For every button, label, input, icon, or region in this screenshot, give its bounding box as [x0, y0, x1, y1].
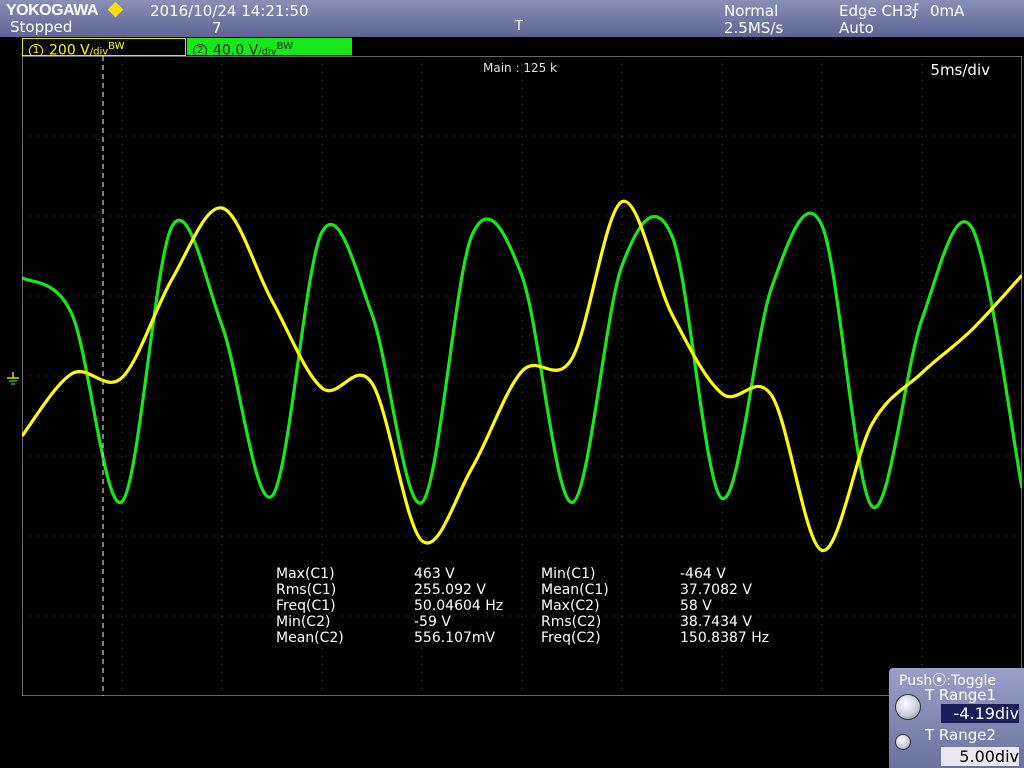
measurement-label: Mean(C2)	[276, 630, 344, 646]
measurement-label: Rms(C1)	[276, 582, 337, 598]
acquisition-count: 7	[212, 19, 222, 37]
trigger-mode: Auto	[839, 19, 874, 37]
trigger-position-marker: T	[515, 19, 523, 34]
brand-diamond-icon	[107, 1, 124, 18]
measurement-value: 556.107mV	[414, 630, 496, 646]
measurement-label: Max(C2)	[541, 598, 600, 614]
measurement-label: Rms(C2)	[541, 614, 602, 630]
measurement-value: -464 V	[680, 566, 726, 582]
cursor-panel[interactable]: Push⦿:Toggle T Range1 -4.19div T Range2 …	[889, 668, 1024, 768]
measurement-label: Freq(C1)	[276, 598, 336, 614]
measurement-value: 50.04604 Hz	[414, 598, 504, 614]
status-bar: YOKOGAWA Stopped 2016/10/24 14:21:50 7 T…	[0, 0, 1024, 37]
range2-value: 5.00div	[941, 747, 1019, 766]
datetime: 2016/10/24 14:21:50	[150, 2, 309, 20]
record-length: Main : 125 k	[483, 61, 557, 75]
timebase: 5ms/div	[930, 61, 990, 79]
trigger-source: Edge CH3	[839, 2, 913, 20]
waveform-display[interactable]: Main : 125 k 5ms/div	[22, 56, 1022, 696]
measurement-value: -59 V	[414, 614, 451, 630]
brand-logo: YOKOGAWA	[6, 2, 99, 19]
measurement-label: Freq(C2)	[541, 630, 601, 646]
measurement-label: Max(C1)	[276, 566, 335, 582]
measurement-label: Min(C2)	[276, 614, 331, 630]
channel-1-scale[interactable]: 1 200 V/divBW	[22, 38, 186, 59]
range2-knob-icon[interactable]	[895, 734, 911, 750]
measurement-value: 255.092 V	[414, 582, 486, 598]
rising-edge-icon: ⨍	[911, 0, 920, 19]
channel-1-bw-icon: BW	[108, 41, 125, 52]
measurement-label: Min(C1)	[541, 566, 596, 582]
measurement-value: 38.7434 V	[680, 614, 752, 630]
trigger-level: 0mA	[930, 2, 965, 20]
range1-value: -4.19div	[941, 704, 1019, 723]
range1-label: T Range1	[925, 686, 997, 704]
measurement-value: 150.8387 Hz	[680, 630, 770, 646]
measurement-value: 58 V	[680, 598, 712, 614]
measurement-label: Mean(C1)	[541, 582, 609, 598]
ground-marker-icon	[7, 372, 19, 385]
acquisition-mode: Normal	[724, 2, 779, 20]
channel-2-bw-icon: BW	[276, 41, 294, 52]
measurement-value: 37.7082 V	[680, 582, 752, 598]
measurement-value: 463 V	[414, 566, 455, 582]
sample-rate: 2.5MS/s	[724, 19, 784, 37]
range2-label: T Range2	[925, 726, 997, 744]
channel-2-scale[interactable]: 2 40.0 V/divBW	[187, 38, 352, 59]
range1-knob-icon[interactable]	[895, 694, 921, 720]
run-status: Stopped	[10, 18, 73, 36]
